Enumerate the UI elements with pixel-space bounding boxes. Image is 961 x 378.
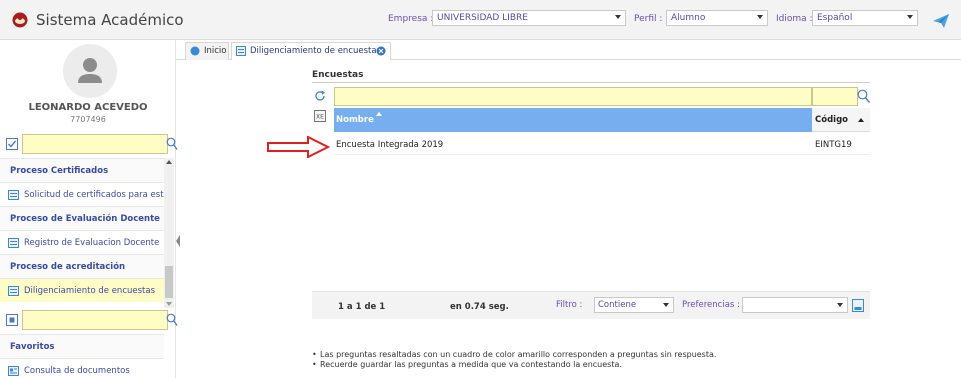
cell-codigo: EINTG19 xyxy=(815,140,852,150)
menu-item-registro-evaluacion[interactable]: Registro de Evaluacion Docente xyxy=(0,230,164,254)
form-icon xyxy=(8,190,19,200)
menu-item-consulta-documentos[interactable]: Consulta de documentos xyxy=(0,358,164,378)
empresa-select[interactable]: UNIVERSIDAD LIBRE xyxy=(432,10,626,26)
menu-category[interactable]: Proceso Certificados xyxy=(0,158,164,182)
form-icon xyxy=(8,238,19,248)
save-preferences-icon[interactable] xyxy=(852,299,864,312)
refresh-icon[interactable] xyxy=(314,90,326,102)
timing-text: en 0.74 seg. xyxy=(450,302,509,312)
empresa-label: Empresa : xyxy=(388,14,434,24)
scroll-thumb[interactable] xyxy=(165,266,173,298)
checkbox-icon[interactable] xyxy=(6,138,18,150)
form-icon xyxy=(236,46,246,56)
menu-item-label: Diligenciamiento de encuestas xyxy=(24,286,156,296)
filtro-select[interactable]: Contiene xyxy=(594,297,674,313)
scroll-down-arrow-icon[interactable] xyxy=(166,302,172,306)
scroll-up-arrow-icon[interactable] xyxy=(166,160,172,164)
column-header-nombre[interactable]: Nombre xyxy=(334,108,812,132)
menu-search-input[interactable] xyxy=(22,134,168,154)
sort-asc-icon xyxy=(375,112,382,116)
menu-item-label: Consulta de documentos xyxy=(24,366,130,376)
menu-item-solicitud-certificados[interactable]: Solicitud de certificados para estu xyxy=(0,182,164,206)
code-filter-input[interactable] xyxy=(812,87,858,106)
grid-footer: 1 a 1 de 1 en 0.74 seg. Filtro : Contien… xyxy=(312,291,870,319)
avatar xyxy=(63,44,117,98)
university-logo-icon xyxy=(12,12,28,28)
table-row[interactable]: Encuesta Integrada 2019 EINTG19 xyxy=(334,135,870,155)
search-icon[interactable] xyxy=(857,89,871,104)
filtro-value: Contiene xyxy=(598,300,637,310)
idioma-value: Español xyxy=(817,13,853,23)
tab-diligenciamiento[interactable]: Diligenciamiento de encuestas xyxy=(231,42,391,60)
user-id: 7707496 xyxy=(70,115,106,124)
tab-inicio[interactable]: Inicio xyxy=(185,42,229,60)
svg-text:XE: XE xyxy=(316,114,324,121)
close-icon[interactable] xyxy=(376,46,386,56)
preferencias-select[interactable] xyxy=(742,297,848,313)
favorites-search-input[interactable] xyxy=(22,310,168,330)
instruction-item: Recuerde guardar las preguntas a medida … xyxy=(312,360,716,370)
panel-divider xyxy=(312,82,870,83)
menu-list: Proceso Certificados Solicitud de certif… xyxy=(0,158,164,302)
menu-item-label: Solicitud de certificados para estu xyxy=(24,190,164,200)
chevron-down-icon xyxy=(837,303,843,307)
grid-empty-area xyxy=(312,155,870,290)
idioma-select[interactable]: Español xyxy=(812,10,918,26)
sidebar-collapse-icon[interactable] xyxy=(176,235,180,247)
perfil-value: Alumno xyxy=(671,13,706,23)
column-header-label: Nombre xyxy=(336,115,374,125)
instructions-list: Las preguntas resaltadas con un cuadro d… xyxy=(312,350,716,370)
chevron-down-icon xyxy=(663,303,669,307)
document-icon xyxy=(8,366,19,376)
pager-text: 1 a 1 de 1 xyxy=(338,302,386,312)
favorites-list: Favoritos Consulta de documentos xyxy=(0,334,164,378)
search-icon[interactable] xyxy=(166,313,178,327)
menu-item-label: Registro de Evaluacion Docente xyxy=(24,238,160,248)
menu-category[interactable]: Proceso de Evaluación Docente xyxy=(0,206,164,230)
chevron-down-icon xyxy=(757,15,763,19)
tab-label: Inicio xyxy=(204,46,227,56)
menu-category[interactable]: Proceso de acreditación xyxy=(0,254,164,278)
favorites-filter xyxy=(6,310,178,330)
sidebar: LEONARDO ACEVEDO 7707496 Proceso Certifi… xyxy=(0,40,178,378)
menu-scrollbar[interactable] xyxy=(164,158,174,308)
favorites-toggle-icon[interactable] xyxy=(6,314,18,326)
panel-title: Encuestas xyxy=(312,70,364,80)
menu-item-diligenciamiento-encuestas[interactable]: Diligenciamiento de encuestas xyxy=(0,278,164,302)
filtro-label: Filtro : xyxy=(556,300,583,310)
column-header-codigo[interactable]: Código xyxy=(812,108,870,132)
user-silhouette-icon xyxy=(78,58,102,83)
column-header-label: Código xyxy=(815,115,848,125)
form-icon xyxy=(8,286,19,296)
send-paper-plane-icon[interactable] xyxy=(932,13,950,29)
user-name: LEONARDO ACEVEDO xyxy=(28,102,148,113)
menu-filter xyxy=(6,134,178,154)
home-dot-icon xyxy=(190,46,200,56)
instruction-item: Las preguntas resaltadas con un cuadro d… xyxy=(312,350,716,360)
cell-nombre[interactable]: Encuesta Integrada 2019 xyxy=(336,140,443,150)
perfil-select[interactable]: Alumno xyxy=(666,10,768,26)
favorites-category[interactable]: Favoritos xyxy=(0,334,164,358)
idioma-label: Idioma : xyxy=(776,14,813,24)
sort-asc-icon xyxy=(858,118,864,122)
name-filter-input[interactable] xyxy=(334,87,812,106)
empresa-value: UNIVERSIDAD LIBRE xyxy=(437,13,528,23)
chevron-down-icon xyxy=(907,15,913,19)
chevron-down-icon xyxy=(615,15,621,19)
app-title: Sistema Académico xyxy=(36,11,184,29)
search-icon[interactable] xyxy=(166,137,178,151)
perfil-label: Perfil : xyxy=(634,14,663,24)
tab-label: Diligenciamiento de encuestas xyxy=(250,46,382,56)
excel-export-icon[interactable]: XE xyxy=(314,110,326,122)
preferencias-label: Preferencias : xyxy=(682,300,740,310)
top-header: Sistema Académico Empresa : UNIVERSIDAD … xyxy=(0,0,961,40)
